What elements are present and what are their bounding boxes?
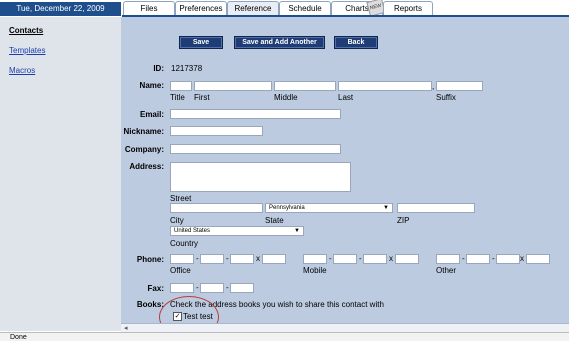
- state-caption: State: [265, 216, 284, 225]
- mobile-caption: Mobile: [303, 266, 327, 275]
- zip-caption: ZIP: [397, 216, 410, 225]
- street-caption: Street: [170, 194, 192, 203]
- middle-caption: Middle: [274, 93, 298, 102]
- chevron-down-icon: ▼: [294, 228, 300, 234]
- state-select[interactable]: Pennsylvania ▼: [265, 203, 393, 213]
- sidebar-item-templates[interactable]: Templates: [9, 46, 45, 55]
- email-label: Email:: [139, 110, 164, 119]
- company-input[interactable]: [170, 144, 341, 154]
- address-label: Address:: [129, 162, 164, 171]
- title-caption: Title: [170, 93, 185, 102]
- state-select-value: Pennsylvania: [269, 205, 305, 211]
- last-caption: Last: [338, 93, 354, 102]
- id-label: ID:: [153, 64, 164, 73]
- mobile-prefix-input[interactable]: [333, 254, 357, 264]
- chevron-down-icon: ▼: [383, 205, 389, 211]
- status-bar: Done: [0, 332, 569, 341]
- other-area-input[interactable]: [436, 254, 460, 264]
- tab-schedule[interactable]: Schedule: [279, 1, 331, 15]
- phone-dash: -: [462, 254, 465, 263]
- tab-charts[interactable]: Charts NEW: [331, 0, 386, 17]
- phone-ext-marker: x: [520, 254, 524, 263]
- office-prefix-input[interactable]: [200, 254, 224, 264]
- office-line-input[interactable]: [230, 254, 254, 264]
- middle-name-input[interactable]: [274, 81, 336, 91]
- other-ext-input[interactable]: [526, 254, 550, 264]
- zip-input[interactable]: [397, 203, 475, 213]
- phone-dash: -: [329, 254, 332, 263]
- phone-dash: -: [492, 254, 495, 263]
- other-line-input[interactable]: [496, 254, 520, 264]
- office-caption: Office: [170, 266, 191, 275]
- id-value: 1217378: [171, 64, 203, 73]
- email-input[interactable]: [170, 109, 341, 119]
- tab-reports[interactable]: Reports: [383, 1, 433, 15]
- fax-prefix-input[interactable]: [200, 283, 224, 293]
- back-button[interactable]: Back: [334, 36, 378, 49]
- country-select-value: United States: [174, 228, 211, 234]
- other-caption: Other: [436, 266, 457, 275]
- name-label: Name:: [139, 81, 164, 90]
- mobile-line-input[interactable]: [363, 254, 387, 264]
- suffix-input[interactable]: [436, 81, 483, 91]
- mobile-area-input[interactable]: [303, 254, 327, 264]
- save-and-add-another-button[interactable]: Save and Add Another: [234, 36, 325, 49]
- phone-dash: -: [359, 254, 362, 263]
- phone-ext-marker: x: [256, 254, 260, 263]
- phone-dash: -: [226, 283, 229, 292]
- name-comma: ,: [432, 82, 435, 91]
- nickname-input[interactable]: [170, 126, 263, 136]
- phone-dash: -: [196, 283, 199, 292]
- company-label: Company:: [124, 145, 164, 154]
- city-caption: City: [170, 216, 184, 225]
- office-area-input[interactable]: [170, 254, 194, 264]
- tab-preferences[interactable]: Preferences: [175, 1, 227, 15]
- date-display: Tue, December 22, 2009: [0, 2, 121, 16]
- sidebar-item-contacts[interactable]: Contacts: [9, 26, 43, 35]
- scroll-left-icon[interactable]: ◂: [124, 324, 128, 332]
- other-prefix-input[interactable]: [466, 254, 490, 264]
- fax-line-input[interactable]: [230, 283, 254, 293]
- save-button[interactable]: Save: [179, 36, 223, 49]
- top-bar: Tue, December 22, 2009 Files Preferences…: [0, 0, 569, 17]
- fax-label: Fax:: [147, 284, 164, 293]
- tab-charts-label: Charts: [345, 4, 369, 13]
- city-input[interactable]: [170, 203, 263, 213]
- phone-ext-marker: x: [389, 254, 393, 263]
- title-input[interactable]: [170, 81, 192, 91]
- sidebar-item-macros[interactable]: Macros: [9, 66, 35, 75]
- phone-label: Phone:: [136, 255, 164, 264]
- fax-area-input[interactable]: [170, 283, 194, 293]
- tab-files[interactable]: Files: [123, 1, 175, 15]
- phone-dash: -: [196, 254, 199, 263]
- phone-dash: -: [226, 254, 229, 263]
- last-name-input[interactable]: [338, 81, 432, 91]
- office-ext-input[interactable]: [262, 254, 286, 264]
- country-select[interactable]: United States ▼: [170, 226, 304, 236]
- tab-reference[interactable]: Reference: [227, 1, 279, 15]
- nickname-label: Nickname:: [123, 127, 164, 136]
- books-label: Books:: [136, 300, 164, 309]
- first-caption: First: [194, 93, 210, 102]
- first-name-input[interactable]: [194, 81, 272, 91]
- country-caption: Country: [170, 239, 199, 248]
- suffix-caption: Suffix: [436, 93, 456, 102]
- street-input[interactable]: [170, 162, 351, 192]
- mobile-ext-input[interactable]: [395, 254, 419, 264]
